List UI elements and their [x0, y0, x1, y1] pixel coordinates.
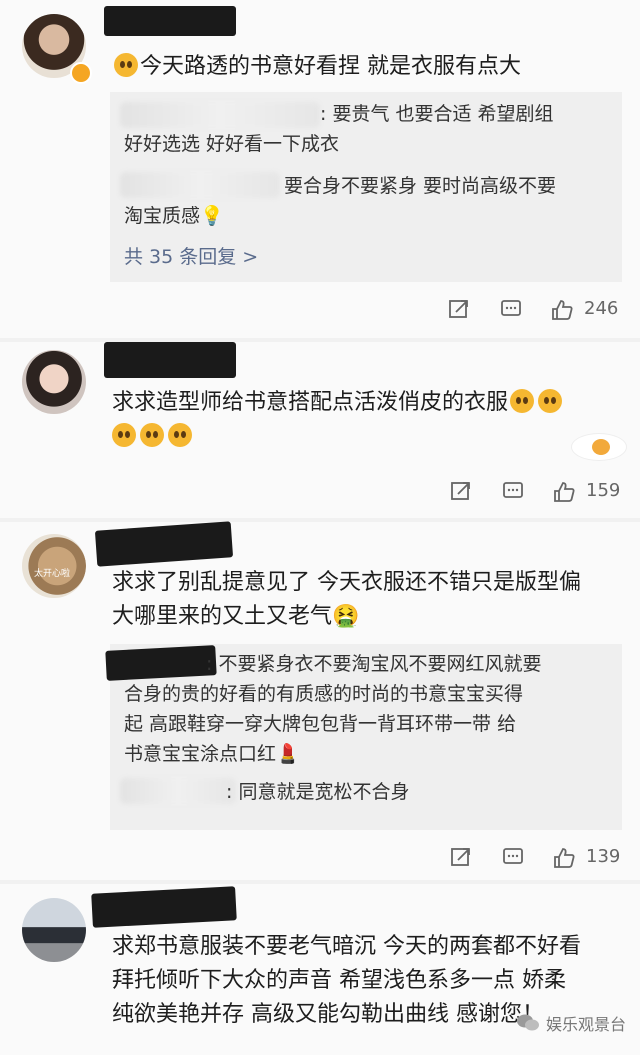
reply-box: : 要贵气 也要合适 希望剧组 好好选选 好好看一下成衣 要合身不要紧身 要时尚…: [110, 92, 622, 282]
comment-icon[interactable]: [502, 480, 524, 502]
avatar-caption: 太开心啦: [34, 569, 71, 579]
redacted-username: [104, 6, 236, 36]
reply-text: : 同意就是宽松不合身: [226, 781, 410, 803]
reply-box: : 不要紧身衣不要淘宝风不要网红风就要 合身的贵的好看的有质感的时尚的书意宝宝买…: [105, 644, 622, 830]
watermark-text: 娱乐观景台: [545, 1015, 626, 1034]
fried-egg-icon: [572, 434, 626, 460]
reply-text: : 要贵气 也要合适 希望剧组: [320, 103, 554, 125]
comment-card-3: 太开心啦 求求了别乱提意见了 今天衣服还不错只是版型偏 大哪里来的又土又老气🤮 …: [0, 521, 640, 880]
share-icon[interactable]: [450, 846, 472, 868]
pleading-emoji-icon: [510, 389, 535, 413]
more-replies-link[interactable]: 共 35 条回复 >: [124, 242, 258, 269]
like-count: 139: [586, 846, 621, 867]
redacted-username: [94, 521, 234, 567]
wechat-logo-icon: [516, 1014, 539, 1031]
action-bar: 159: [440, 476, 630, 510]
reply-text-cont: 好好选选 好好看一下成衣: [124, 133, 340, 155]
emoji-row: [110, 420, 194, 454]
like-icon[interactable]: [552, 846, 576, 870]
comment-icon[interactable]: [500, 298, 522, 320]
comment-text: 求求了别乱提意见了 今天衣服还不错只是版型偏: [112, 570, 581, 595]
comment-text-cont: 大哪里来的又土又老气🤮: [112, 604, 360, 629]
avatar[interactable]: [22, 898, 86, 962]
share-icon[interactable]: [450, 480, 472, 502]
redacted-username: [105, 645, 217, 681]
comment-text: 求郑书意服装不要老气暗沉 今天的两套都不好看: [112, 934, 581, 959]
reply-text: : 不要紧身衣不要淘宝风不要网红风就要: [206, 653, 542, 675]
pleading-emoji-icon: [114, 53, 138, 77]
redacted-username: [104, 342, 236, 378]
blurred-username: [120, 172, 280, 198]
redacted-username: [91, 886, 237, 928]
comment-text-cont: 纯欲美艳并存 高级又能勾勒出曲线 感谢您！: [112, 1002, 544, 1027]
pleading-emoji-icon: [112, 423, 136, 447]
reply-text-cont: 合身的贵的好看的有质感的时尚的书意宝宝买得: [124, 683, 524, 705]
comment-text: 求求造型师给书意搭配点活泼俏皮的衣服: [112, 386, 564, 420]
reply-text-cont: 起 高跟鞋穿一穿大牌包包背一背耳环带一带 给: [124, 713, 517, 735]
like-icon[interactable]: [550, 298, 574, 322]
comment-text-cont: 拜托倾听下大众的声音 希望浅色系多一点 娇柔: [112, 968, 566, 993]
comment-text: 今天路透的书意好看捏 就是衣服有点大: [112, 50, 521, 84]
comment-card-1: 今天路透的书意好看捏 就是衣服有点大 : 要贵气 也要合适 希望剧组 好好选选 …: [0, 0, 640, 338]
pleading-emoji-icon: [168, 423, 192, 447]
comment-card-2: 求求造型师给书意搭配点活泼俏皮的衣服 159: [0, 342, 640, 518]
reply-text: 要合身不要紧身 要时尚高级不要: [284, 175, 557, 197]
lipstick-icon: 💄: [276, 743, 300, 765]
watermark: 娱乐观景台: [516, 1011, 626, 1035]
comment-icon[interactable]: [502, 846, 524, 868]
like-icon[interactable]: [552, 480, 576, 504]
reply-text-cont: 淘宝质感💡: [124, 205, 224, 227]
reply-text-cont: 书意宝宝涂点口红💄: [124, 743, 300, 765]
pleading-emoji-icon: [538, 389, 563, 413]
verified-badge-icon: [70, 62, 92, 84]
action-bar: 246: [440, 294, 630, 328]
blurred-username: [120, 778, 236, 804]
vomit-emoji-icon: 🤮: [332, 604, 360, 629]
avatar[interactable]: [22, 350, 86, 414]
light-bulb-icon: 💡: [200, 205, 224, 227]
pleading-emoji-icon: [140, 423, 164, 447]
share-icon[interactable]: [448, 298, 470, 320]
like-count: 246: [584, 298, 619, 319]
like-count: 159: [586, 480, 621, 501]
blurred-username: [120, 102, 320, 128]
action-bar: 139: [440, 842, 630, 876]
